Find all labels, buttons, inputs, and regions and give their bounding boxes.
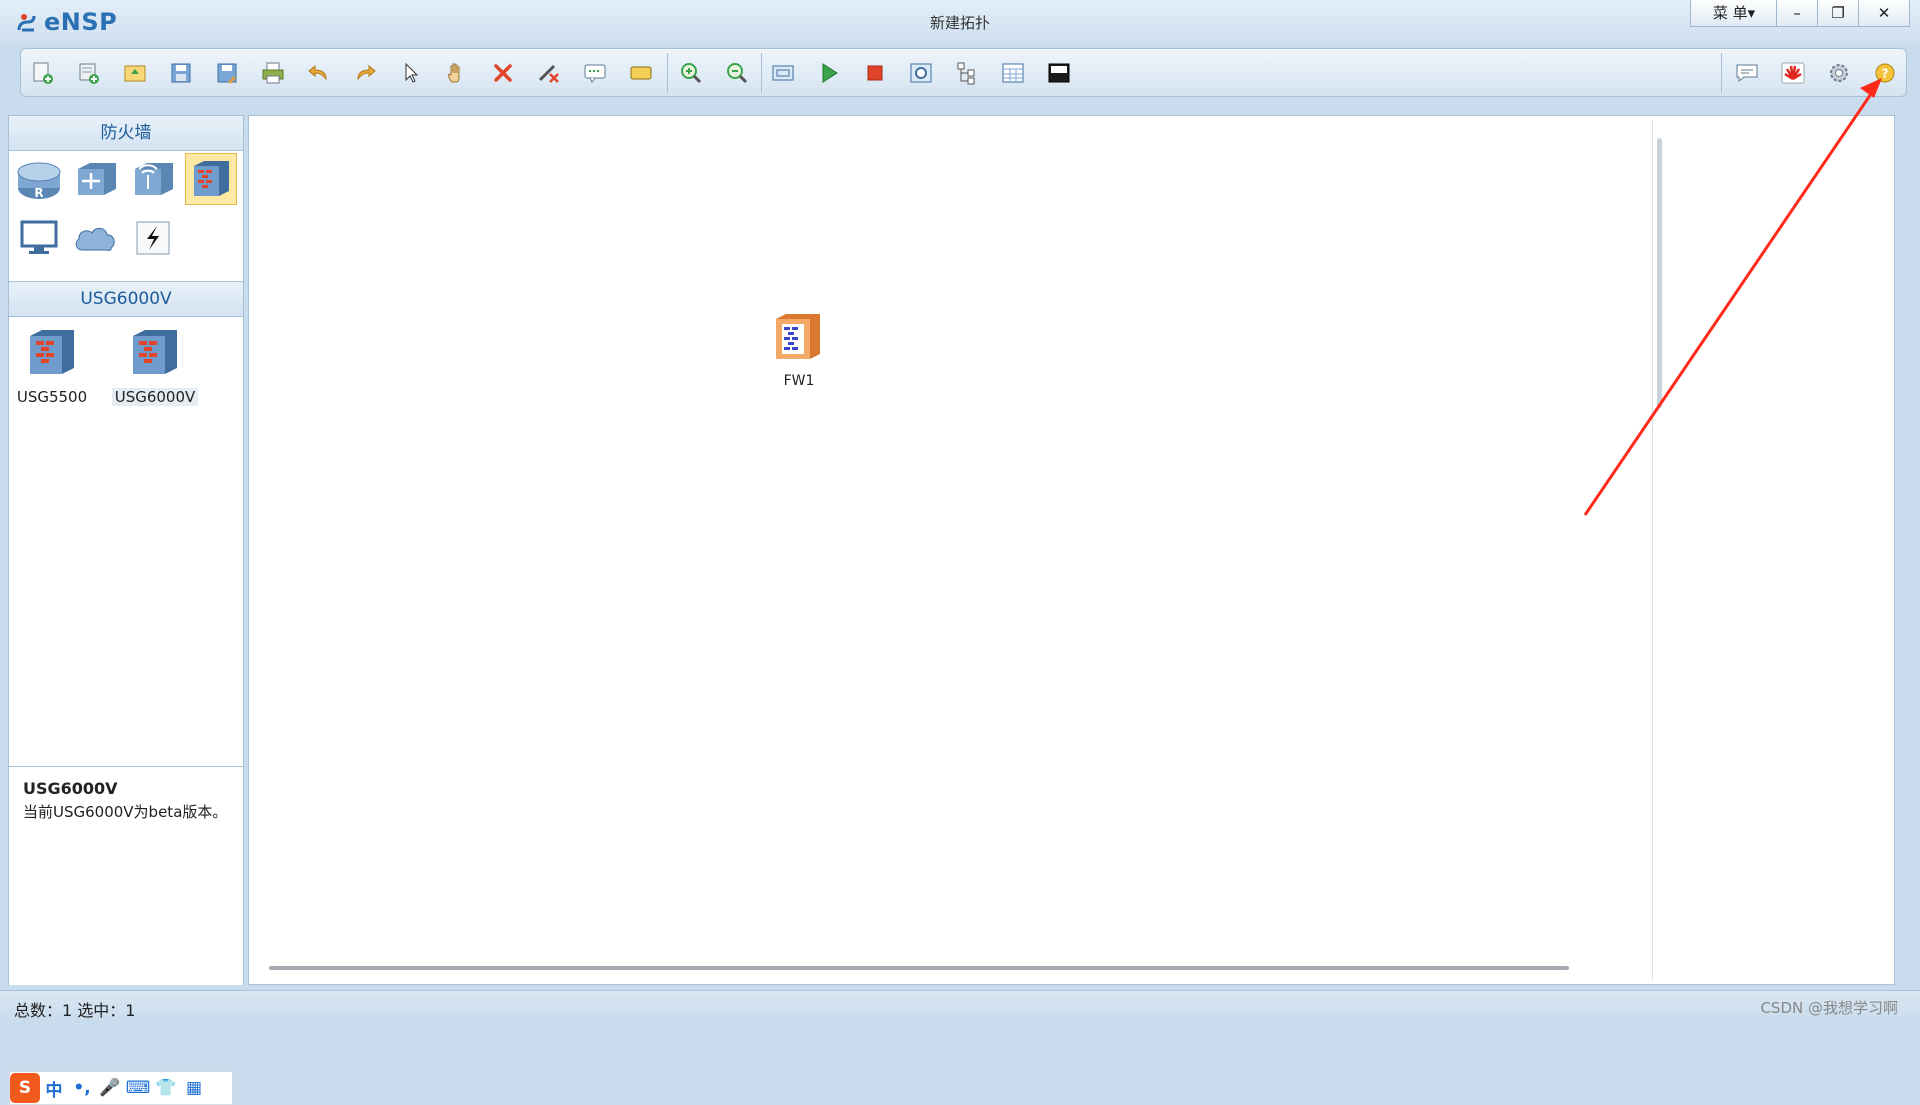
device-panel: 防火墙 R USG6000V USG5500 USG6000V USG6000V… — [8, 115, 244, 1105]
minimize-button[interactable]: – — [1776, 0, 1818, 27]
delete-icon[interactable] — [487, 57, 519, 89]
status-bar: 总数：1 选中：1 CSDN @我想学习啊 — [0, 990, 1920, 1021]
new-topology-icon[interactable] — [27, 57, 59, 89]
restore-button[interactable]: ❐ — [1817, 0, 1859, 27]
capture-icon[interactable] — [905, 57, 937, 89]
link-icon[interactable] — [128, 213, 178, 263]
cloud-icon[interactable] — [71, 213, 121, 263]
palette-icon[interactable] — [625, 57, 657, 89]
device-label: USG5500 — [16, 388, 88, 406]
stop-device-icon[interactable] — [859, 57, 891, 89]
svg-text:?: ? — [1882, 67, 1889, 81]
description-title: USG6000V — [23, 779, 118, 798]
forum-icon[interactable] — [1731, 57, 1763, 89]
wireless-icon[interactable] — [128, 155, 178, 205]
ensp-logo-icon — [16, 10, 40, 34]
pan-hand-icon[interactable] — [441, 57, 473, 89]
screenshot-icon[interactable] — [1043, 57, 1075, 89]
main-menu-button[interactable]: 菜 单▾ — [1690, 0, 1778, 27]
firewall-node-icon — [769, 311, 829, 369]
subcategory-header: USG6000V — [9, 281, 243, 317]
device-usg6000v[interactable]: USG6000V — [105, 326, 205, 406]
firewall-device-icon — [2, 326, 102, 384]
watermark: CSDN @我想学习啊 — [1760, 999, 1898, 1017]
topology-node-fw1[interactable]: FW1 — [769, 311, 829, 389]
device-label: USG6000V — [111, 388, 199, 406]
save-as-icon[interactable] — [211, 57, 243, 89]
ime-chinese-mode[interactable]: 中 — [40, 1074, 68, 1102]
sogou-logo-icon[interactable]: S — [10, 1073, 40, 1103]
toolbar: ? — [20, 48, 1907, 97]
help-icon[interactable]: ? — [1869, 57, 1901, 89]
settings-icon[interactable] — [1823, 57, 1855, 89]
svg-text:R: R — [34, 186, 43, 200]
start-device-icon[interactable] — [813, 57, 845, 89]
description-text: 当前USG6000V为beta版本。 — [23, 803, 228, 821]
pc-icon[interactable] — [14, 213, 64, 263]
ime-voice-icon[interactable]: 🎤 — [96, 1074, 124, 1102]
app-logo: eNSP — [16, 8, 117, 36]
ime-toolbox-icon[interactable]: ▦ — [180, 1074, 208, 1102]
status-text: 总数：1 选中：1 — [14, 1001, 136, 1020]
ime-keyboard-icon[interactable]: ⌨ — [124, 1074, 152, 1102]
topology-icon[interactable] — [951, 57, 983, 89]
delete-link-icon[interactable] — [533, 57, 565, 89]
category-header: 防火墙 — [9, 116, 243, 151]
new-lab-icon[interactable] — [73, 57, 105, 89]
title-bar: eNSP 新建拓扑 菜 单▾ – ❐ ✕ — [0, 0, 1920, 44]
select-pointer-icon[interactable] — [395, 57, 427, 89]
open-icon[interactable] — [119, 57, 151, 89]
print-icon[interactable] — [257, 57, 289, 89]
firewall-device-icon — [105, 326, 205, 384]
huawei-icon[interactable] — [1777, 57, 1809, 89]
zoom-out-icon[interactable] — [721, 57, 753, 89]
ime-punctuation-icon[interactable]: •, — [68, 1074, 96, 1102]
ime-skin-icon[interactable]: 👕 — [152, 1074, 180, 1102]
ime-toolbar: S 中 •, 🎤 ⌨ 👕 ▦ — [9, 1071, 233, 1105]
undo-icon[interactable] — [303, 57, 335, 89]
router-icon[interactable]: R — [14, 155, 64, 205]
window-title: 新建拓扑 — [929, 14, 990, 32]
device-usg5500[interactable]: USG5500 — [2, 326, 102, 406]
save-icon[interactable] — [165, 57, 197, 89]
redo-icon[interactable] — [349, 57, 381, 89]
add-text-icon[interactable] — [579, 57, 611, 89]
node-label: FW1 — [783, 373, 815, 389]
zoom-in-icon[interactable] — [675, 57, 707, 89]
close-button[interactable]: ✕ — [1858, 0, 1910, 27]
fit-view-icon[interactable] — [767, 57, 799, 89]
horizontal-scrollbar[interactable] — [269, 966, 1569, 970]
app-name: eNSP — [44, 8, 118, 36]
device-description: USG6000V 当前USG6000V为beta版本。 — [9, 766, 243, 985]
topology-canvas[interactable]: FW1 — [248, 115, 1895, 985]
vertical-scrollbar[interactable] — [1652, 120, 1667, 980]
firewall-icon[interactable] — [185, 153, 237, 205]
switch-icon[interactable] — [71, 155, 121, 205]
grid-icon[interactable] — [997, 57, 1029, 89]
